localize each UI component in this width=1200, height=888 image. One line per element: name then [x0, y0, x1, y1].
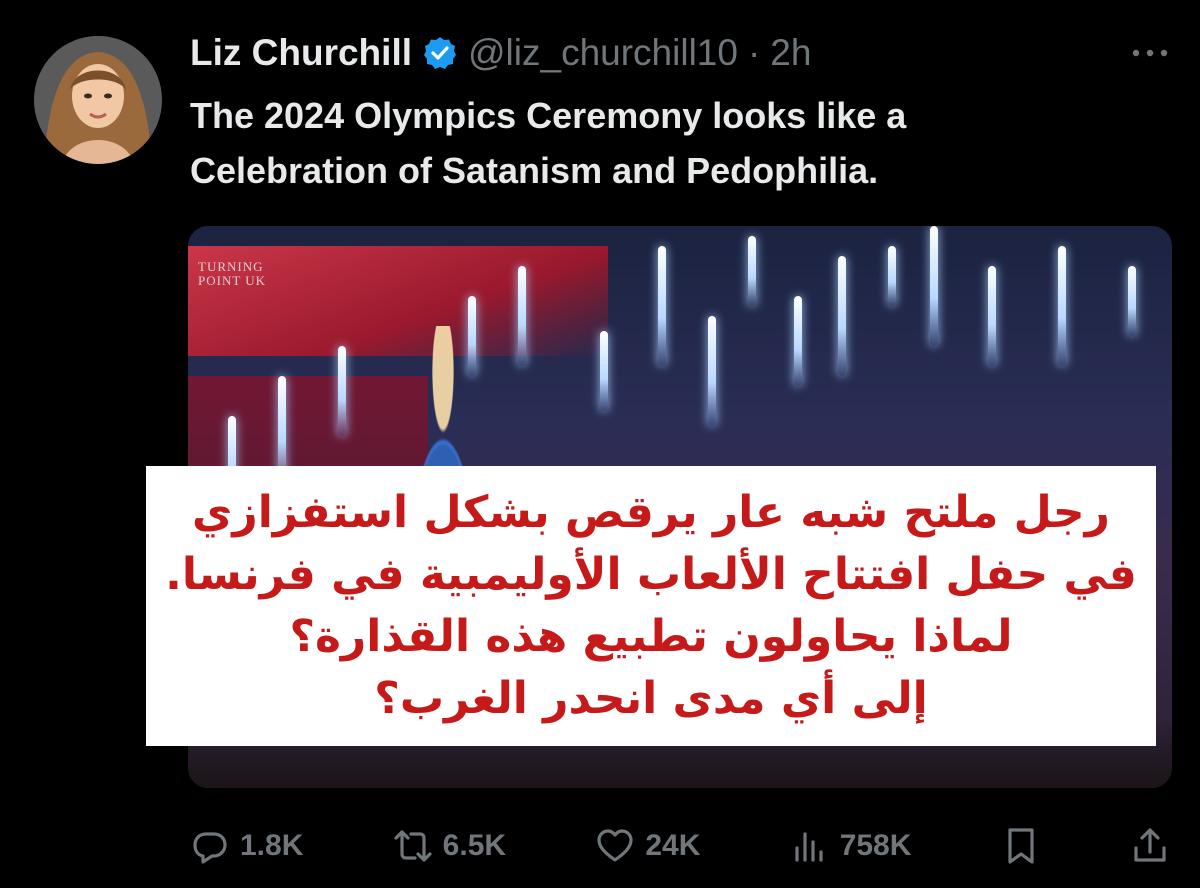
- stage-light-bar: [1058, 246, 1066, 366]
- like-count: 24K: [645, 829, 701, 862]
- avatar[interactable]: [34, 36, 162, 164]
- repost-button[interactable]: 6.5K: [393, 826, 506, 866]
- tweet-header: Liz Churchill @liz_churchill10 · 2h: [190, 28, 811, 78]
- tweet-text-line: The 2024 Olympics Ceremony looks like a: [190, 95, 907, 136]
- reply-icon: [193, 832, 227, 864]
- like-button[interactable]: 24K: [595, 826, 700, 866]
- arabic-caption-overlay: رجل ملتح شبه عار يرقص بشكل استفزازي في ح…: [146, 466, 1156, 746]
- stage-light-bar: [748, 236, 756, 306]
- bookmark-button[interactable]: [1001, 826, 1041, 866]
- bookmark-icon: [1008, 828, 1034, 864]
- stage-light-bar: [888, 246, 896, 306]
- verified-badge-icon: [422, 35, 458, 71]
- reply-button[interactable]: 1.8K: [190, 826, 303, 866]
- stage-light-bar: [658, 246, 666, 366]
- caption-line: إلى أي مدى انحدر الغرب؟: [374, 673, 928, 724]
- caption-line: لماذا يحاولون تطبيع هذه القذارة؟: [289, 611, 1013, 662]
- stage-light-bar: [338, 346, 346, 436]
- stage-light-bar: [794, 296, 802, 386]
- avatar-image: [34, 36, 162, 164]
- more-icon: [1132, 49, 1168, 57]
- stage-light-bar: [988, 266, 996, 366]
- heart-icon: [597, 829, 633, 862]
- stage-light-bar: [838, 256, 846, 376]
- tweet-timestamp[interactable]: 2h: [770, 32, 811, 74]
- tweet-text: The 2024 Olympics Ceremony looks like a …: [190, 88, 1150, 198]
- reply-count: 1.8K: [240, 829, 304, 862]
- views-icon: [795, 832, 823, 862]
- caption-line: في حفل افتتاح الألعاب الأوليمبية في فرنس…: [165, 549, 1137, 600]
- share-icon: [1134, 828, 1166, 862]
- stage-light-bar: [1128, 266, 1136, 336]
- views-button[interactable]: 758K: [790, 826, 912, 866]
- author-handle[interactable]: @liz_churchill10: [468, 32, 738, 74]
- share-button[interactable]: [1130, 826, 1170, 866]
- caption-line: رجل ملتح شبه عار يرقص بشكل استفزازي: [192, 487, 1110, 538]
- stage-light-bar: [708, 316, 716, 426]
- watermark-line: TURNING: [198, 259, 264, 274]
- author-name[interactable]: Liz Churchill: [190, 32, 412, 74]
- tweet-text-line: Celebration of Satanism and Pedophilia.: [190, 150, 879, 191]
- stage-light-bar: [930, 226, 938, 346]
- views-count: 758K: [839, 829, 912, 862]
- repost-icon: [394, 830, 432, 862]
- stage-light-bar: [600, 331, 608, 411]
- watermark-line: POINT UK: [198, 273, 267, 288]
- tweet-actions-bar: 1.8K 6.5K 24K 758K: [190, 818, 1170, 874]
- stage-light-bar: [518, 266, 526, 366]
- more-options-button[interactable]: [1128, 36, 1172, 70]
- video-watermark: TURNING POINT UK: [198, 260, 266, 288]
- repost-count: 6.5K: [442, 829, 507, 862]
- separator-dot: ·: [747, 32, 761, 73]
